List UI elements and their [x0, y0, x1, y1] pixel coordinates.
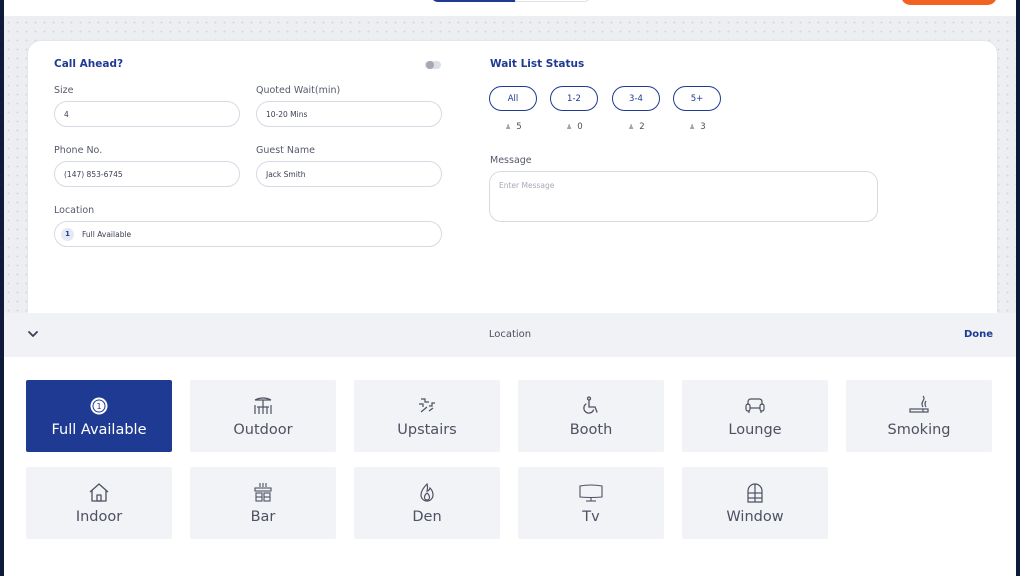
- sofa-icon: [745, 398, 765, 413]
- location-option-label: Full Available: [51, 422, 147, 438]
- filter-5plus-count: ♟ 3: [689, 122, 706, 132]
- location-option-booth[interactable]: Booth: [518, 380, 664, 452]
- size-label: Size: [54, 85, 74, 96]
- person-icon: ♟: [505, 123, 512, 131]
- done-button[interactable]: Done: [964, 329, 993, 340]
- location-option-label: Tv: [582, 509, 600, 525]
- waitlist-form-card: Call Ahead? Size 4 Quoted Wait(min) 10-2…: [27, 40, 998, 330]
- location-option-label: Bar: [250, 509, 276, 525]
- filter-all-count: ♟ 5: [505, 122, 522, 132]
- stairs-icon: [419, 398, 435, 413]
- location-option-label: Upstairs: [397, 422, 457, 438]
- person-icon: ♟: [566, 123, 573, 131]
- count-badge-icon: 1: [90, 397, 108, 415]
- location-label: Location: [54, 205, 95, 216]
- message-label: Message: [490, 155, 532, 166]
- location-field[interactable]: 1 Full Available: [54, 221, 442, 247]
- location-option-label: Indoor: [75, 509, 123, 525]
- guest-name-input[interactable]: Jack Smith: [256, 161, 442, 187]
- window-icon: [747, 483, 763, 503]
- call-ahead-toggle[interactable]: [425, 61, 441, 69]
- segment-tab-active[interactable]: [431, 0, 515, 2]
- quoted-wait-label: Quoted Wait(min): [256, 85, 341, 96]
- location-option-den[interactable]: Den: [354, 467, 500, 539]
- location-option-full-available[interactable]: 1 Full Available: [26, 380, 172, 452]
- svg-text:1: 1: [96, 402, 101, 411]
- wait-list-title: Wait List Status: [490, 58, 585, 70]
- location-field-value: Full Available: [82, 229, 132, 239]
- phone-input[interactable]: (147) 853-6745: [54, 161, 240, 187]
- wheelchair-icon: [583, 396, 598, 414]
- location-option-upstairs[interactable]: Upstairs: [354, 380, 500, 452]
- outdoor-table-icon: [254, 397, 272, 414]
- location-panel-title: Location: [488, 329, 532, 340]
- segment-tab-inactive[interactable]: [515, 0, 591, 2]
- location-options-grid: 1 Full Available Outdoor Upstairs Booth …: [4, 357, 1016, 576]
- flame-icon: [420, 482, 434, 502]
- location-count-badge: 1: [61, 227, 74, 241]
- filter-all-button[interactable]: All: [489, 86, 537, 111]
- house-icon: [89, 483, 109, 502]
- filter-1-2-button[interactable]: 1-2: [550, 86, 598, 111]
- location-option-label: Den: [412, 509, 442, 525]
- primary-action-button[interactable]: [901, 0, 997, 5]
- filter-5plus-button[interactable]: 5+: [673, 86, 721, 111]
- phone-label: Phone No.: [54, 145, 103, 156]
- location-option-label: Outdoor: [233, 422, 293, 438]
- person-icon: ♟: [689, 123, 696, 131]
- filter-1-2-count: ♟ 0: [566, 122, 583, 132]
- quoted-wait-input[interactable]: 10-20 Mins: [256, 101, 442, 127]
- location-option-tv[interactable]: Tv: [518, 467, 664, 539]
- location-option-label: Booth: [569, 422, 613, 438]
- call-ahead-label: Call Ahead?: [54, 58, 124, 70]
- app-frame: Call Ahead? Size 4 Quoted Wait(min) 10-2…: [4, 0, 1016, 576]
- bar-counter-icon: [254, 483, 272, 502]
- message-textarea[interactable]: Enter Message: [489, 171, 878, 222]
- filter-3-4-count: ♟ 2: [628, 122, 645, 132]
- location-option-label: Lounge: [728, 422, 782, 438]
- location-option-indoor[interactable]: Indoor: [26, 467, 172, 539]
- location-option-smoking[interactable]: Smoking: [846, 380, 992, 452]
- location-panel-header: Location Done: [4, 313, 1016, 357]
- location-option-outdoor[interactable]: Outdoor: [190, 380, 336, 452]
- location-option-window[interactable]: Window: [682, 467, 828, 539]
- cigarette-icon: [909, 395, 929, 413]
- location-option-label: Window: [726, 509, 784, 525]
- size-input[interactable]: 4: [54, 101, 240, 127]
- location-option-lounge[interactable]: Lounge: [682, 380, 828, 452]
- location-option-bar[interactable]: Bar: [190, 467, 336, 539]
- filter-3-4-button[interactable]: 3-4: [612, 86, 660, 111]
- location-option-label: Smoking: [887, 422, 951, 438]
- person-icon: ♟: [628, 123, 635, 131]
- top-bar: [4, 0, 1016, 16]
- tv-icon: [579, 484, 603, 502]
- guest-name-label: Guest Name: [256, 145, 315, 156]
